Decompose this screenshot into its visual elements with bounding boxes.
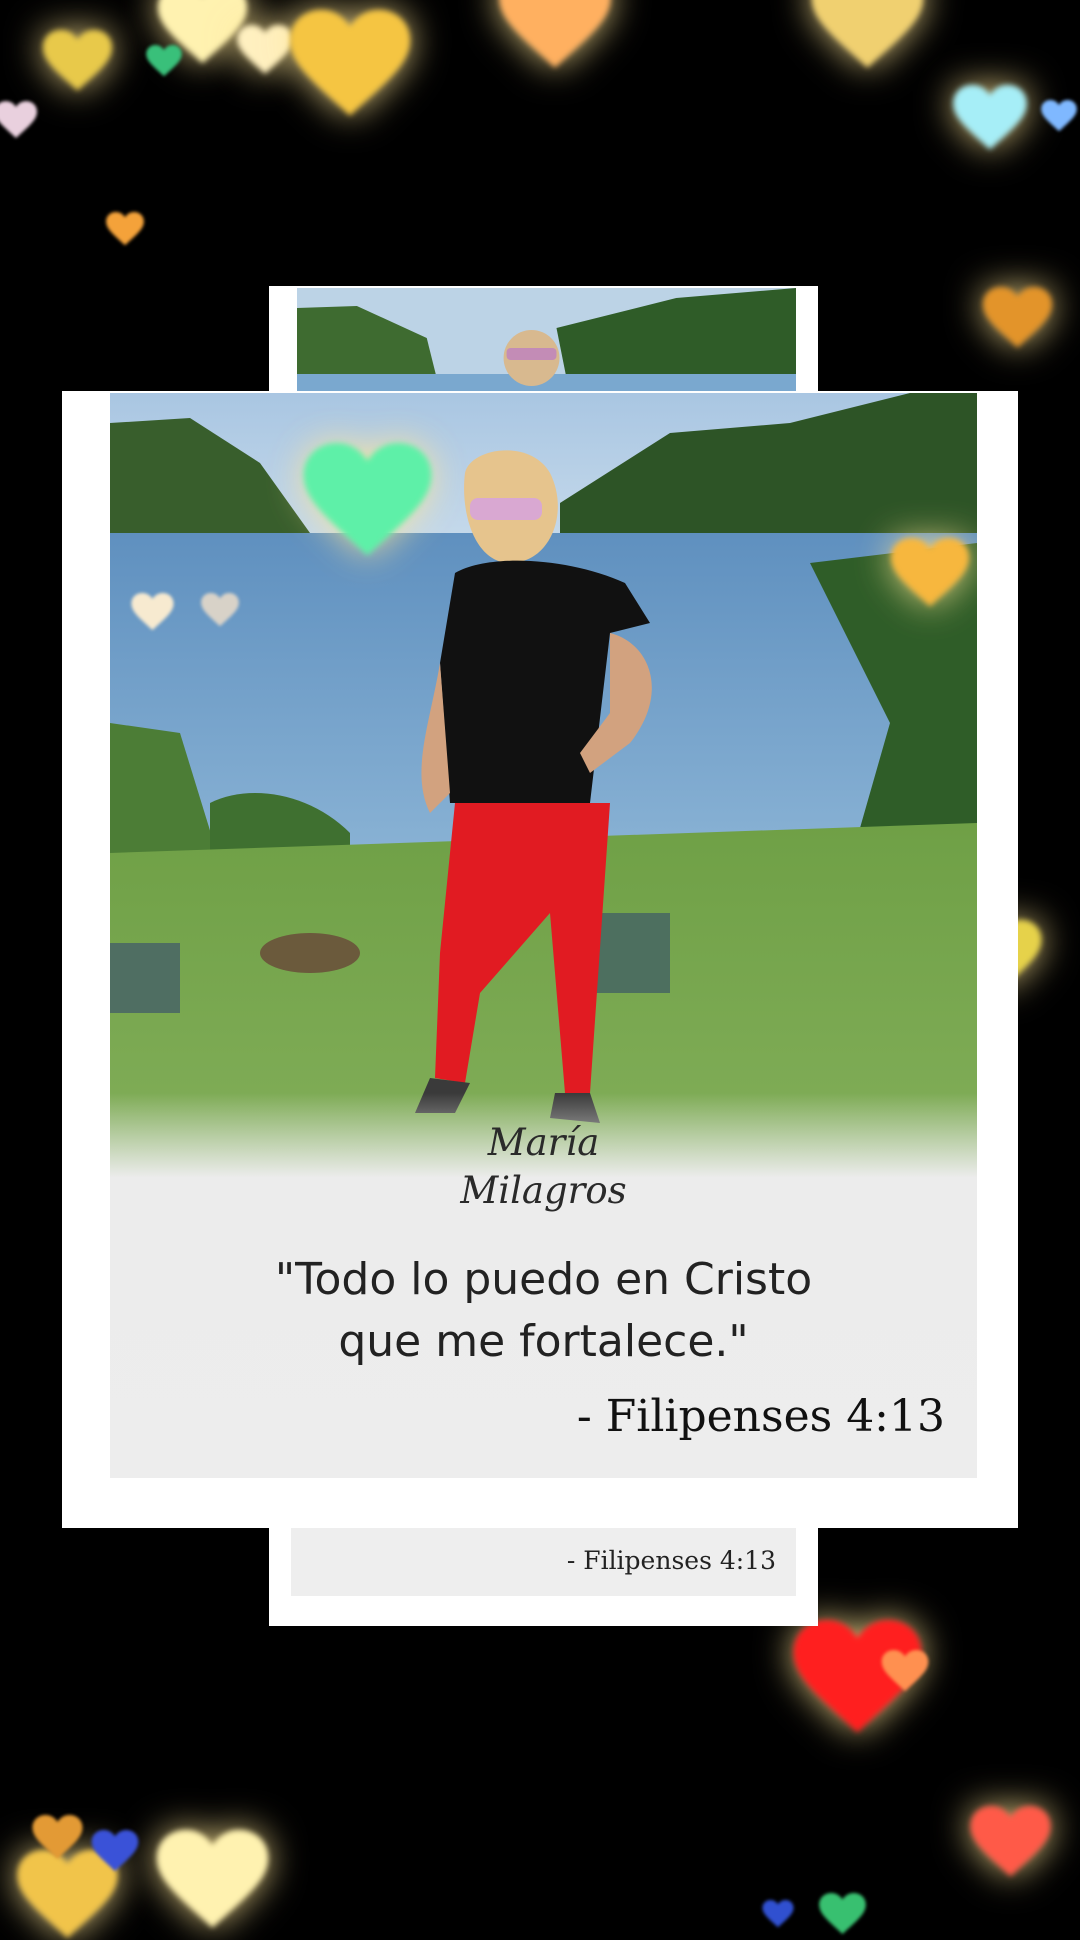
heart-icon	[145, 45, 183, 77]
heart-icon	[130, 593, 175, 631]
heart-icon	[968, 1806, 1053, 1878]
signature-first-name: María	[487, 1121, 600, 1164]
heart-icon	[762, 1900, 794, 1928]
heart-icon	[0, 100, 37, 140]
heart-icon	[980, 287, 1055, 349]
heart-icon	[890, 538, 970, 608]
heart-icon	[150, 1830, 275, 1930]
back-citation: - Filipenses 4:13	[566, 1546, 776, 1575]
quote-line-1: "Todo lo puedo en Cristo	[274, 1254, 813, 1305]
heart-icon	[30, 1815, 85, 1860]
quote-line-2: que me fortalece."	[338, 1316, 749, 1367]
front-photo-image: María Milagros "Todo lo puedo en Cristo …	[110, 393, 977, 1478]
heart-icon	[40, 30, 115, 92]
back-quote-panel: - Filipenses 4:13	[291, 1526, 796, 1596]
front-photo-card: María Milagros "Todo lo puedo en Cristo …	[62, 391, 1018, 1528]
heart-icon	[880, 1650, 930, 1692]
heart-icon	[950, 85, 1030, 151]
bible-quote: "Todo lo puedo en Cristo que me fortalec…	[110, 1249, 977, 1373]
heart-icon	[815, 1893, 870, 1935]
signature-last-name: Milagros	[460, 1169, 627, 1212]
heart-icon	[285, 10, 415, 118]
heart-icon	[105, 212, 145, 246]
heart-icon	[805, 0, 930, 70]
heart-icon	[300, 443, 435, 558]
heart-icon	[90, 1830, 140, 1872]
signature: María Milagros	[110, 1119, 977, 1215]
heart-icon	[1040, 100, 1078, 132]
quote-citation: - Filipenses 4:13	[576, 1391, 945, 1442]
heart-icon	[495, 0, 615, 70]
heart-icon	[200, 593, 240, 627]
